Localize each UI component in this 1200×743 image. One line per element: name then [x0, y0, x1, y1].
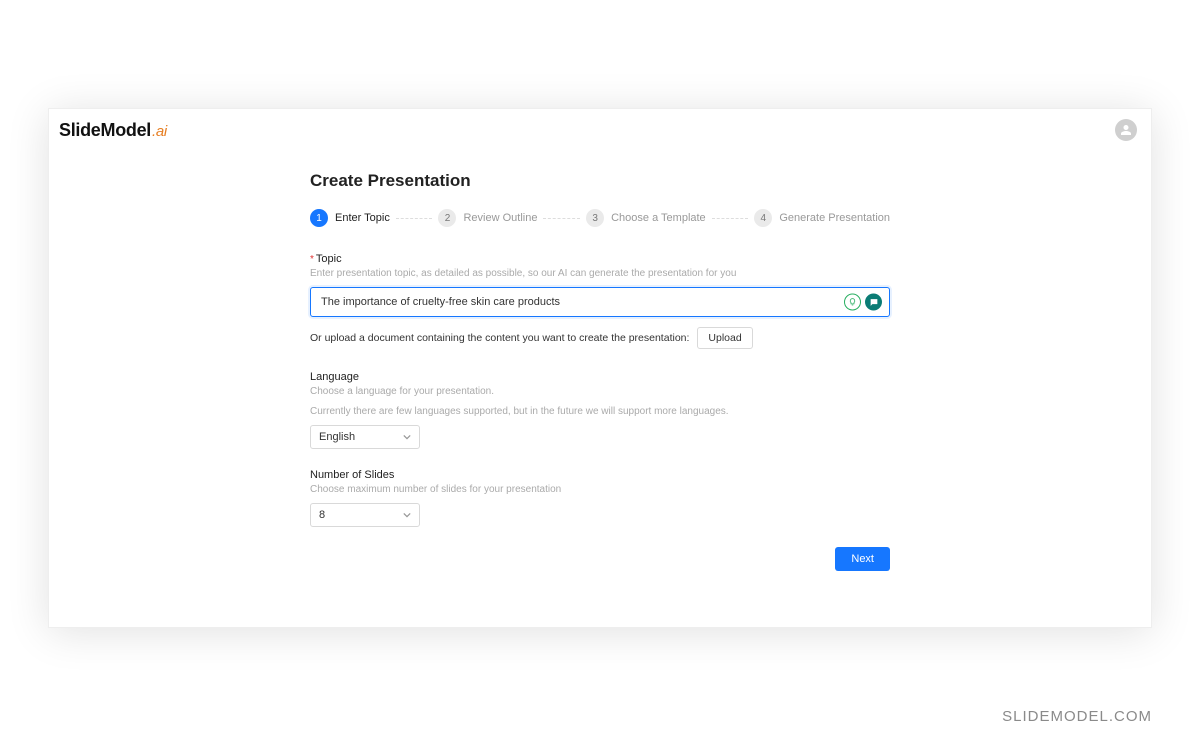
- step-choose-template[interactable]: 3 Choose a Template: [586, 209, 706, 227]
- step-number: 2: [438, 209, 456, 227]
- step-divider: [543, 218, 580, 219]
- topic-input-wrap: [310, 287, 890, 317]
- slides-hint: Choose maximum number of slides for your…: [310, 483, 890, 497]
- step-enter-topic[interactable]: 1 Enter Topic: [310, 209, 390, 227]
- slides-select[interactable]: 8: [310, 503, 420, 527]
- topic-label: Topic: [310, 253, 890, 265]
- step-label: Choose a Template: [611, 212, 706, 224]
- slides-section: Number of Slides Choose maximum number o…: [310, 469, 890, 527]
- chat-icon: [869, 297, 879, 307]
- step-label: Review Outline: [463, 212, 537, 224]
- suggestion-button[interactable]: [844, 294, 861, 311]
- topic-hint: Enter presentation topic, as detailed as…: [310, 267, 890, 281]
- stepper: 1 Enter Topic 2 Review Outline 3 Choose …: [310, 209, 890, 227]
- user-avatar[interactable]: [1115, 119, 1137, 141]
- watermark: SLIDEMODEL.COM: [1002, 708, 1152, 725]
- topic-input[interactable]: [310, 287, 890, 317]
- step-number: 3: [586, 209, 604, 227]
- chat-button[interactable]: [865, 294, 882, 311]
- step-divider: [396, 218, 433, 219]
- brand-logo: SlideModel.ai: [59, 120, 167, 141]
- slides-value: 8: [319, 509, 325, 521]
- step-review-outline[interactable]: 2 Review Outline: [438, 209, 537, 227]
- language-hint-1: Choose a language for your presentation.: [310, 385, 890, 399]
- user-icon: [1120, 124, 1132, 136]
- upload-button[interactable]: Upload: [697, 327, 752, 349]
- step-generate-presentation[interactable]: 4 Generate Presentation: [754, 209, 890, 227]
- step-divider: [712, 218, 749, 219]
- step-label: Enter Topic: [335, 212, 390, 224]
- language-select[interactable]: English: [310, 425, 420, 449]
- chevron-down-icon: [403, 511, 411, 519]
- lightbulb-icon: [848, 298, 857, 307]
- language-label: Language: [310, 371, 890, 383]
- language-value: English: [319, 431, 355, 443]
- step-number: 1: [310, 209, 328, 227]
- topbar: SlideModel.ai: [49, 109, 1151, 147]
- topic-input-icons: [844, 294, 882, 311]
- brand-suffix: .ai: [152, 123, 167, 140]
- next-button[interactable]: Next: [835, 547, 890, 571]
- page-title: Create Presentation: [310, 171, 890, 191]
- upload-row: Or upload a document containing the cont…: [310, 327, 890, 349]
- slides-label: Number of Slides: [310, 469, 890, 481]
- topic-section: Topic Enter presentation topic, as detai…: [310, 253, 890, 349]
- upload-text: Or upload a document containing the cont…: [310, 332, 689, 344]
- brand-name: SlideModel: [59, 120, 151, 140]
- step-label: Generate Presentation: [779, 212, 890, 224]
- app-frame: SlideModel.ai Create Presentation 1 Ente…: [48, 108, 1152, 628]
- step-number: 4: [754, 209, 772, 227]
- footer-actions: Next: [310, 547, 890, 571]
- language-hint-2: Currently there are few languages suppor…: [310, 405, 890, 419]
- chevron-down-icon: [403, 433, 411, 441]
- language-section: Language Choose a language for your pres…: [310, 371, 890, 449]
- main-content: Create Presentation 1 Enter Topic 2 Revi…: [310, 171, 890, 571]
